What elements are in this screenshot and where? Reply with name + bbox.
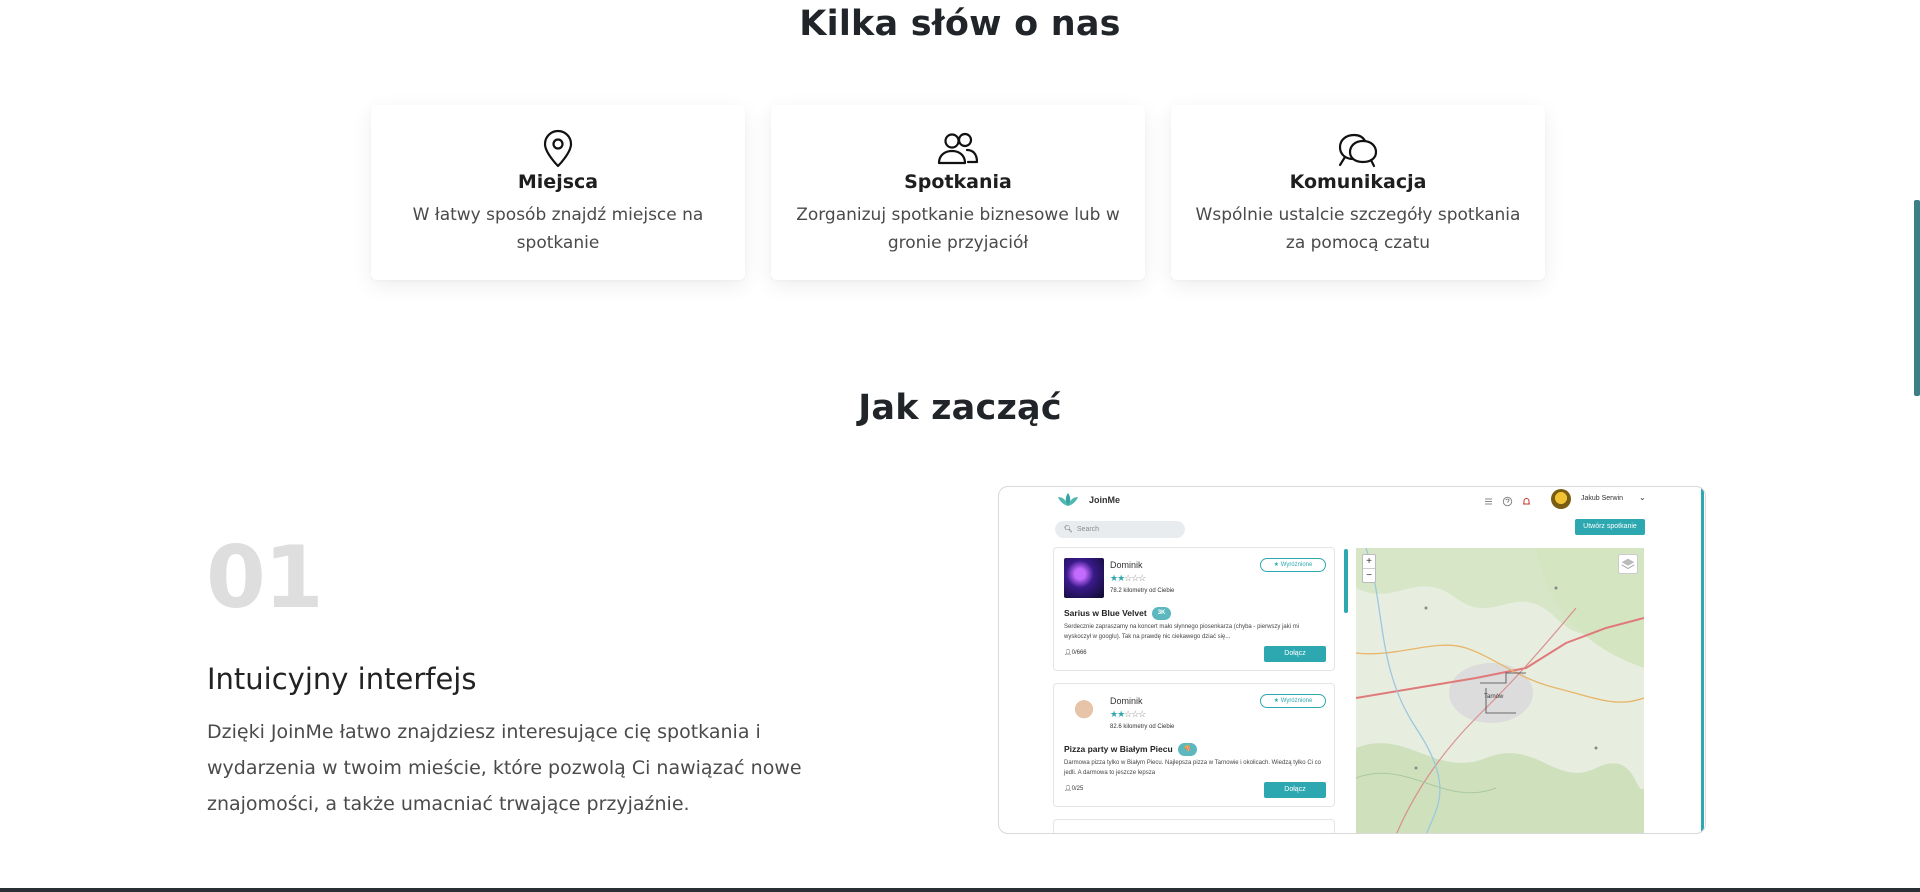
join-button: Dołącz (1264, 646, 1326, 662)
help-icon (1502, 494, 1513, 507)
event-list-scrollbar (1344, 549, 1348, 613)
feature-card-text: Zorganizuj spotkanie biznesowe lub w gro… (796, 205, 1120, 253)
event-title-text: Sarius w Blue Velvet (1064, 607, 1147, 618)
zoom-in-button: + (1366, 556, 1372, 567)
person-icon: 👤︎ (1064, 786, 1072, 792)
event-thumbnail (1064, 558, 1104, 598)
create-meeting-button: Utwórz spotkanie (1575, 519, 1645, 535)
feature-card-places: Miejsca W łatwy sposób znajdź miejsce na… (371, 105, 745, 280)
step-description: Dzięki JoinMe łatwo znajdziesz interesuj… (207, 721, 802, 815)
event-description: Darmowa pizza tylko w Białym Piecu. Najl… (1064, 760, 1321, 776)
user-avatar (1551, 489, 1571, 509)
app-brand: JoinMe (1089, 495, 1121, 505)
about-section-title: Kilka słów o nas (799, 4, 1121, 44)
featured-badge: ★ Wyróżnione (1260, 558, 1326, 572)
star-icon: ★ (1273, 698, 1281, 704)
featured-label: Wyróżnione (1280, 562, 1313, 568)
map-pin-icon (536, 129, 580, 169)
zoom-out-button: − (1363, 568, 1375, 582)
map-layers-icon (1618, 554, 1638, 574)
feature-card-text: Wspólnie ustalcie szczegóły spotkania za… (1195, 205, 1521, 253)
feature-card-title: Spotkania (904, 171, 1012, 193)
start-section-title: Jak zacząć (858, 388, 1062, 428)
feature-card-communication: Komunikacja Wspólnie ustalcie szczegóły … (1171, 105, 1545, 280)
map-zoom-controls: + − (1362, 554, 1376, 583)
feature-card-title: Komunikacja (1289, 171, 1427, 193)
step-title: Intuicyjny interfejs (207, 662, 477, 696)
rating-stars: ★★☆☆☆ (1110, 709, 1146, 719)
page-scrollbar[interactable] (1914, 200, 1920, 396)
event-organizer: Dominik (1110, 560, 1143, 570)
event-title-text: Pizza party w Białym Piecu (1064, 743, 1173, 754)
menu-icon (1483, 494, 1494, 505)
event-thumbnail (1064, 694, 1104, 734)
event-distance: 78.2 kilometry od Ciebie (1110, 588, 1175, 594)
chat-bubbles-icon (1336, 129, 1380, 169)
person-icon: 👤︎ (1064, 650, 1072, 656)
participants-count: 👤︎0/666 (1064, 649, 1087, 656)
participants-value: 0/666 (1071, 650, 1087, 656)
event-organizer: Dominik (1110, 696, 1143, 706)
rating-stars: ★★☆☆☆ (1110, 573, 1146, 583)
user-name: Jakub Serwin (1581, 495, 1624, 502)
app-navbar: JoinMe Jakub Serwin ⌄ (999, 487, 1705, 513)
event-tag: 🍕 (1177, 743, 1198, 756)
star-icon: ★ (1273, 562, 1281, 568)
featured-badge: ★ Wyróżnione (1260, 694, 1326, 708)
feature-card-title: Miejsca (517, 171, 599, 193)
mockup-accent-bar (1701, 487, 1704, 833)
feature-card-meetings: Spotkania Zorganizuj spotkanie biznesowe… (771, 105, 1145, 280)
footer-edge (0, 888, 1920, 892)
event-list: Dominik ★★☆☆☆ 78.2 kilometry od Ciebie ★… (1053, 547, 1341, 833)
app-preview-screenshot: JoinMe Jakub Serwin ⌄ 🔍︎ Search Utwórz sp… (998, 486, 1706, 834)
events-map: Tarnów + − (1356, 548, 1644, 833)
featured-label: Wyróżnione (1280, 698, 1313, 704)
event-title: Pizza party w Białym Piecu 🍕 (1064, 743, 1198, 756)
event-title: Sarius w Blue Velvet 3K (1064, 607, 1172, 620)
event-tag: 3K (1151, 607, 1172, 620)
search-placeholder: Search (1076, 526, 1100, 533)
search-input: 🔍︎ Search (1055, 521, 1185, 538)
people-icon (936, 129, 980, 169)
event-card: Dominik ★★☆☆☆ 78.2 kilometry od Ciebie ★… (1053, 547, 1335, 671)
event-distance: 82.6 kilometry od Ciebie (1110, 724, 1175, 730)
map-city-label: Tarnów (1484, 694, 1504, 700)
join-button: Dołącz (1264, 782, 1326, 798)
joinme-logo-icon (1055, 491, 1081, 509)
step-number: 01 (206, 528, 324, 628)
event-card (1053, 819, 1335, 833)
participants-count: 👤︎0/25 (1064, 785, 1083, 792)
bell-icon (1521, 494, 1532, 505)
chevron-down-icon: ⌄ (1639, 493, 1646, 502)
event-description: Serdecznie zapraszamy na koncert mało sł… (1064, 624, 1300, 640)
feature-card-text: W łatwy sposób znajdź miejsce na spotkan… (412, 205, 704, 253)
participants-value: 0/25 (1071, 786, 1084, 792)
event-card: Dominik ★★☆☆☆ 82.6 kilometry od Ciebie ★… (1053, 683, 1335, 807)
search-icon: 🔍︎ (1064, 526, 1073, 533)
